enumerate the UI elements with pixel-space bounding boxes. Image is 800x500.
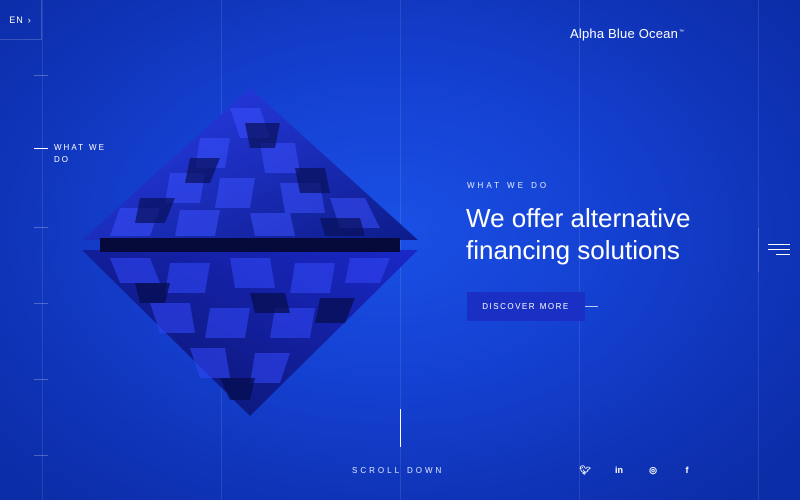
- section-indicator-dash: [34, 148, 48, 149]
- hero-headline: We offer alternative financing solutions: [466, 203, 691, 265]
- hamburger-icon-line: [768, 249, 790, 250]
- language-label: EN: [9, 14, 24, 25]
- crystal-illustration: [82, 88, 418, 416]
- hamburger-icon-line: [776, 254, 790, 255]
- social-links: 🐦︎ in ◎ f: [568, 462, 704, 478]
- language-switcher[interactable]: EN ›: [0, 0, 42, 40]
- scroll-tick: [34, 75, 48, 76]
- hero-eyebrow: WHAT WE DO: [467, 181, 550, 190]
- scroll-tick: [34, 379, 48, 380]
- scroll-tick: [34, 227, 48, 228]
- hamburger-icon: [768, 244, 790, 245]
- chevron-right-icon: ›: [27, 14, 32, 25]
- discover-more-button[interactable]: DISCOVER MORE: [467, 292, 585, 321]
- trademark-mark: ™: [679, 28, 685, 35]
- scroll-tick: [34, 303, 48, 304]
- menu-button[interactable]: [758, 228, 800, 272]
- twitter-icon[interactable]: 🐦︎: [568, 462, 602, 478]
- instagram-icon[interactable]: ◎: [636, 462, 670, 478]
- brand-logo[interactable]: Alpha Blue Ocean™: [570, 26, 684, 41]
- facebook-icon[interactable]: f: [670, 462, 704, 478]
- scroll-down-link[interactable]: SCROLL DOWN: [352, 466, 444, 475]
- cta-decoration-line: [585, 306, 598, 307]
- scroll-tick: [34, 455, 48, 456]
- scroll-indicator-line: [400, 409, 401, 447]
- brand-logo-text: Alpha Blue Ocean: [570, 26, 678, 41]
- linkedin-icon[interactable]: in: [602, 462, 636, 478]
